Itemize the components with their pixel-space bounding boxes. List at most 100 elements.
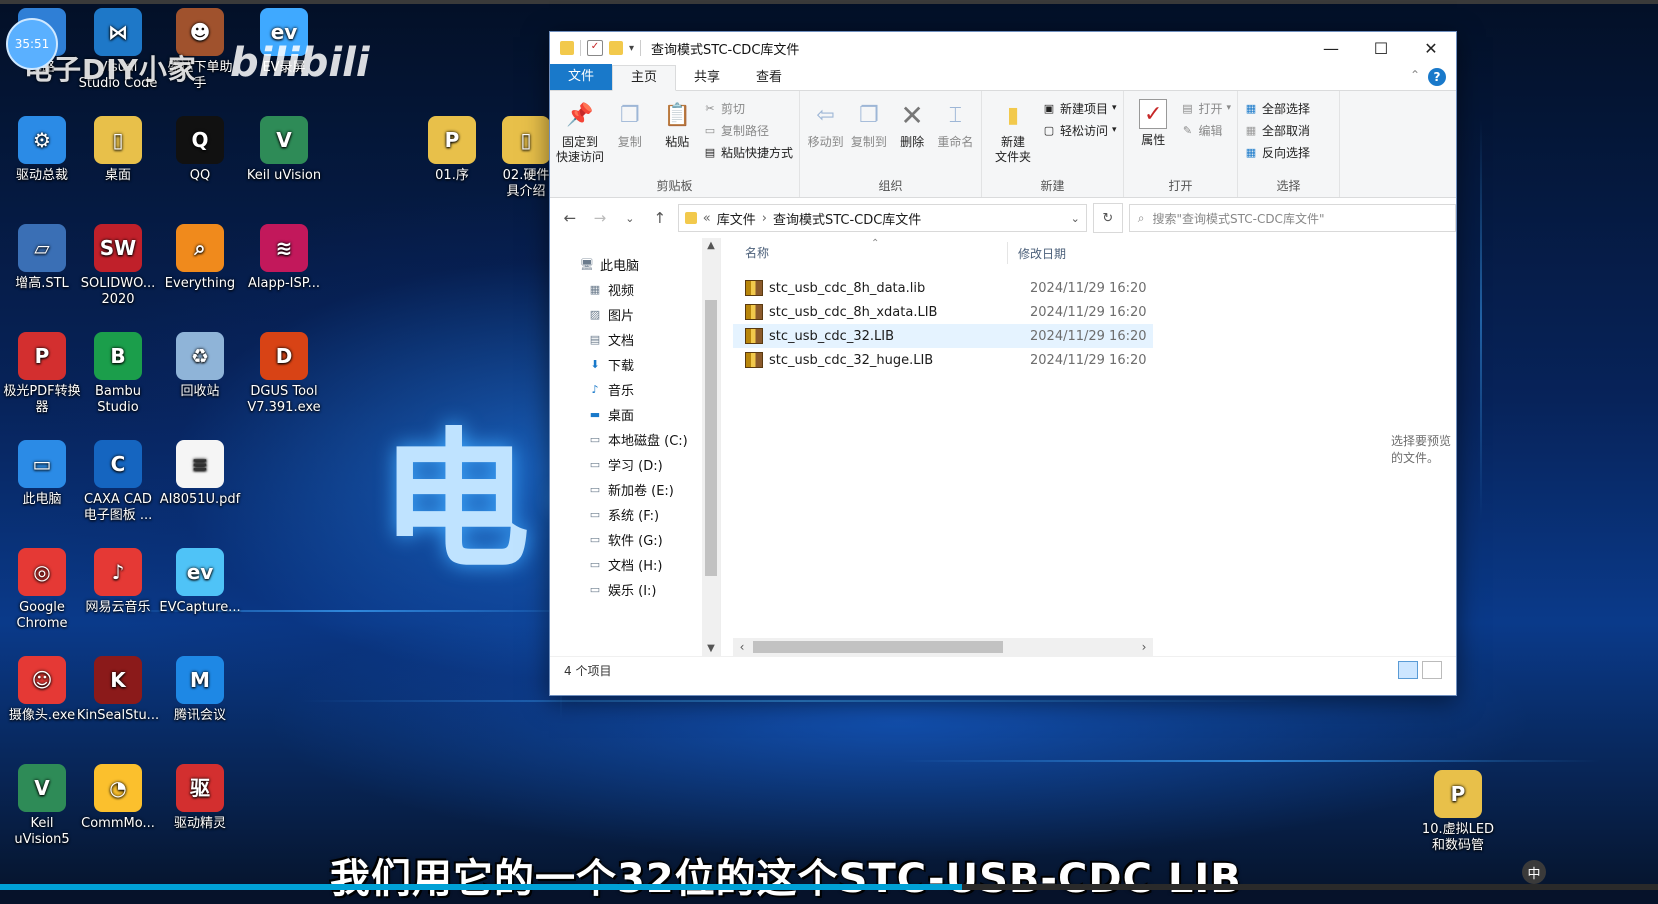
desktop-icon[interactable]: ≡ AI8051U.pdf xyxy=(158,440,242,508)
search-input[interactable]: ⌕ 搜索"查询模式STC-CDC库文件" xyxy=(1128,204,1456,232)
forward-arrow-icon[interactable]: → xyxy=(588,209,612,227)
nav-tree-item[interactable]: ▭ 本地磁盘 (C:) xyxy=(580,427,720,452)
desktop-icon[interactable]: ⚙ 驱动总裁 xyxy=(0,116,84,184)
desktop-icon[interactable]: ♪ 网易云音乐 xyxy=(76,548,160,616)
tab-home[interactable]: 主页 xyxy=(612,65,677,91)
nav-tree-item[interactable]: ▨ 图片 xyxy=(580,302,720,327)
column-header-date[interactable]: 修改日期 xyxy=(1008,245,1066,262)
desktop-icon[interactable]: ▯ 桌面 xyxy=(76,116,160,184)
nav-tree-item[interactable]: ▦ 视频 xyxy=(580,277,720,302)
new-folder-icon[interactable] xyxy=(609,41,623,55)
ime-indicator[interactable]: 中 xyxy=(1522,860,1546,884)
desktop-icon[interactable]: P 01.序 xyxy=(410,116,494,184)
nav-tree-item[interactable]: ▭ 娱乐 (I:) xyxy=(580,577,720,602)
horizontal-scroll-thumb[interactable] xyxy=(753,641,1003,653)
file-row[interactable]: stc_usb_cdc_32.LIB 2024/11/29 16:20 xyxy=(733,324,1153,348)
desktop-icon[interactable]: V Keil uVision5 xyxy=(0,764,84,848)
edit-button[interactable]: ✎ 编辑 xyxy=(1180,121,1231,139)
address-bar[interactable]: « 库文件 › 查询模式STC-CDC库文件 ⌄ xyxy=(677,204,1087,232)
invert-selection-button[interactable]: ▦ 反向选择 xyxy=(1244,143,1310,161)
desktop-icon-label: Alapp-ISP... xyxy=(248,276,320,291)
paste-shortcut-button[interactable]: ▤ 粘贴快捷方式 xyxy=(703,143,793,161)
open-button[interactable]: ▤ 打开 ▾ xyxy=(1180,99,1231,117)
properties-icon[interactable]: ✓ xyxy=(587,40,603,56)
copy-path-button[interactable]: ▭ 复制路径 xyxy=(703,121,793,139)
desktop-icon[interactable]: P 10.虚拟LED 和数码管 xyxy=(1416,770,1500,854)
details-view-icon[interactable] xyxy=(1398,661,1418,679)
scroll-up-icon[interactable]: ▲ xyxy=(702,240,720,251)
desktop-icon-label: 01.序 xyxy=(435,168,469,183)
nav-tree-item[interactable]: ▤ 文档 xyxy=(580,327,720,352)
tab-view[interactable]: 查看 xyxy=(738,66,800,90)
back-arrow-icon[interactable]: ← xyxy=(558,209,582,227)
desktop-icon[interactable]: ev EVCapture... xyxy=(158,548,242,616)
desktop-icon[interactable]: B Bambu Studio xyxy=(76,332,160,416)
nav-scroll-thumb[interactable] xyxy=(705,300,717,576)
file-row[interactable]: stc_usb_cdc_8h_xdata.LIB 2024/11/29 16:20 xyxy=(733,300,1153,324)
desktop-icon[interactable]: Q QQ xyxy=(158,116,242,184)
desktop-icon[interactable]: P 极光PDF转换 器 xyxy=(0,332,84,416)
desktop-icon[interactable]: M 腾讯会议 xyxy=(158,656,242,724)
scroll-right-icon[interactable]: › xyxy=(1135,638,1153,656)
breadcrumb-current[interactable]: 查询模式STC-CDC库文件 xyxy=(773,209,921,228)
desktop-icon[interactable]: ⌕ Everything xyxy=(158,224,242,292)
maximize-button[interactable]: ☐ xyxy=(1356,32,1406,64)
tab-share[interactable]: 共享 xyxy=(676,66,738,90)
desktop-icon[interactable]: D DGUS Tool V7.391.exe xyxy=(242,332,326,416)
desktop-icon[interactable]: K KinSealStu... xyxy=(76,656,160,724)
horizontal-scrollbar[interactable]: ‹ › xyxy=(733,638,1153,656)
cut-button[interactable]: ✂ 剪切 xyxy=(703,99,793,117)
scroll-left-icon[interactable]: ‹ xyxy=(733,638,751,656)
nav-tree-item[interactable]: ▭ 新加卷 (E:) xyxy=(580,477,720,502)
minimize-button[interactable]: — xyxy=(1306,32,1356,64)
desktop-icon-label: 摄像头.exe xyxy=(8,708,76,723)
nav-tree-item[interactable]: ▭ 软件 (G:) xyxy=(580,527,720,552)
video-progress-bar[interactable] xyxy=(0,884,1658,890)
nav-tree-item[interactable]: ▭ 系统 (F:) xyxy=(580,502,720,527)
up-arrow-icon[interactable]: ↑ xyxy=(648,209,672,227)
desktop-icon[interactable]: ♻ 回收站 xyxy=(158,332,242,400)
nav-tree-item[interactable]: ▬ 桌面 xyxy=(580,402,720,427)
breadcrumb-library[interactable]: 库文件 xyxy=(717,209,756,228)
bilibili-logo: bilibili xyxy=(230,40,370,86)
new-item-button[interactable]: ▣ 新建项目 ▾ xyxy=(1042,99,1117,117)
close-button[interactable]: ✕ xyxy=(1406,32,1456,64)
file-row[interactable]: stc_usb_cdc_8h_data.lib 2024/11/29 16:20 xyxy=(733,276,1153,300)
recent-dropdown-icon[interactable]: ⌄ xyxy=(618,212,642,225)
desktop-icon-label: 驱动总裁 xyxy=(15,168,68,183)
nav-tree-item[interactable]: ♪ 音乐 xyxy=(580,377,720,402)
tab-file[interactable]: 文件 xyxy=(550,64,613,90)
drive-icon: ▭ xyxy=(589,483,601,496)
desktop-icon[interactable]: ▭ 此电脑 xyxy=(0,440,84,508)
desktop-icon[interactable]: V Keil uVision xyxy=(242,116,326,184)
desktop-icon[interactable]: ▱ 增高.STL xyxy=(0,224,84,292)
desktop-icon[interactable]: ◔ CommMo... xyxy=(76,764,160,832)
desktop-icon[interactable]: ≋ Alapp-ISP... xyxy=(242,224,326,292)
help-icon[interactable]: ? xyxy=(1428,68,1446,86)
refresh-button[interactable]: ↻ xyxy=(1092,203,1123,233)
customize-dropdown-icon[interactable]: ▾ xyxy=(629,43,634,54)
desktop-icon[interactable]: ◎ Google Chrome xyxy=(0,548,84,632)
app-icon: V xyxy=(18,764,66,812)
nav-tree-item[interactable]: ⬇ 下载 xyxy=(580,352,720,377)
address-folder-icon xyxy=(684,212,697,224)
desktop-icon[interactable]: 驱驱动精灵 xyxy=(158,764,242,832)
video-progress-fill xyxy=(0,884,962,890)
collapse-ribbon-icon[interactable]: ⌃ xyxy=(1410,68,1420,82)
desktop-icon[interactable]: ☺ 摄像头.exe xyxy=(0,656,84,724)
column-header-name[interactable]: 名称 xyxy=(721,242,1008,264)
desktop-icon[interactable]: C CAXA CAD 电子图板 ... xyxy=(76,440,160,524)
easy-access-button[interactable]: ▢ 轻松访问 ▾ xyxy=(1042,121,1117,139)
file-row[interactable]: stc_usb_cdc_32_huge.LIB 2024/11/29 16:20 xyxy=(733,348,1153,372)
nav-tree-item[interactable]: ▭ 学习 (D:) xyxy=(580,452,720,477)
nav-scrollbar[interactable]: ▲ ▼ xyxy=(702,238,720,656)
select-all-button[interactable]: ▦ 全部选择 xyxy=(1244,99,1310,117)
nav-tree-item[interactable]: ▭ 文档 (H:) xyxy=(580,552,720,577)
scroll-down-icon[interactable]: ▼ xyxy=(702,643,720,654)
large-icons-view-icon[interactable] xyxy=(1422,661,1442,679)
address-dropdown-icon[interactable]: ⌄ xyxy=(1071,212,1080,225)
desktop-icon[interactable]: SW SOLIDWO... 2020 xyxy=(76,224,160,308)
nav-tree-item[interactable]: 🖥 此电脑 xyxy=(580,252,720,277)
select-none-button[interactable]: ▦ 全部取消 xyxy=(1244,121,1310,139)
title-bar[interactable]: ✓ ▾ 查询模式STC-CDC库文件 — ☐ ✕ xyxy=(550,32,1456,64)
